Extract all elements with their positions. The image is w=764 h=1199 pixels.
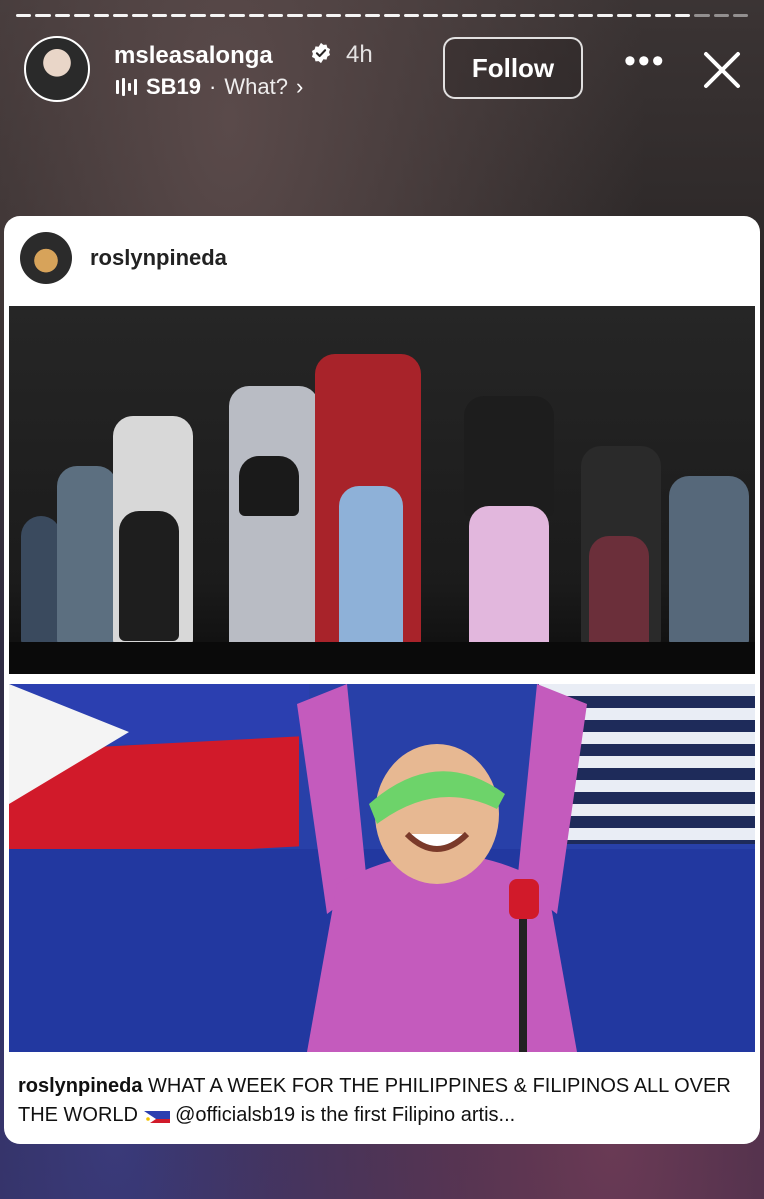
- story-progress-segment: [151, 14, 167, 17]
- story-progress-segment: [636, 14, 652, 17]
- story-progress-segment: [442, 14, 458, 17]
- story-progress-segment: [54, 14, 71, 17]
- story-progress-segment: [732, 14, 749, 17]
- post-photo-concert: [9, 306, 755, 674]
- story-progress-segment: [35, 14, 51, 17]
- story-progress-segment: [422, 14, 439, 17]
- story-progress-segment: [171, 14, 187, 17]
- story-progress-segment: [229, 14, 245, 17]
- story-progress-segment: [655, 14, 671, 17]
- music-title: What?: [224, 74, 288, 99]
- chevron-right-icon: ›: [295, 74, 304, 99]
- story-progress-segment: [306, 14, 322, 17]
- story-header: msleasalonga 4h SB19 · What? › Follow ••…: [24, 36, 748, 104]
- story-progress-segment: [674, 14, 691, 17]
- music-sticker[interactable]: SB19 · What? ›: [116, 74, 303, 100]
- story-progress-segment: [248, 14, 264, 17]
- story-progress-segment: [461, 14, 477, 17]
- story-progress-segment: [577, 14, 594, 17]
- story-progress-segment: [558, 14, 574, 17]
- story-progress-segment: [384, 14, 400, 17]
- story-progress-segment: [694, 14, 710, 17]
- story-progress-segment: [616, 14, 632, 17]
- story-progress-segment: [287, 14, 303, 17]
- post-author-avatar[interactable]: [20, 232, 72, 284]
- post-author-username[interactable]: roslynpineda: [90, 245, 227, 271]
- caption-rest: @officialsb19 is the first Filipino arti…: [175, 1104, 516, 1126]
- story-progress-segment: [267, 14, 284, 17]
- verified-badge-icon: [311, 42, 331, 64]
- music-separator: ·: [209, 74, 217, 99]
- story-progress-segment: [74, 14, 90, 17]
- story-progress-segment: [481, 14, 497, 17]
- story-progress-segment: [345, 14, 361, 17]
- story-progress-segment: [403, 14, 419, 17]
- follow-button[interactable]: Follow: [443, 37, 583, 99]
- music-artist: SB19: [146, 74, 202, 99]
- story-progress-segment: [209, 14, 226, 17]
- story-progress-segment: [364, 14, 381, 17]
- post-caption: roslynpineda WHAT A WEEK FOR THE PHILIPP…: [18, 1072, 748, 1130]
- post-photo-tennis: [9, 684, 755, 1052]
- music-bars-icon: [116, 78, 138, 96]
- story-progress-bar: [16, 14, 749, 18]
- caption-username[interactable]: roslynpineda: [18, 1075, 142, 1097]
- story-progress-segment: [500, 14, 516, 17]
- story-avatar[interactable]: [24, 36, 90, 102]
- story-progress-segment: [16, 14, 32, 17]
- story-progress-segment: [93, 14, 109, 17]
- shared-post-card[interactable]: roslynpineda roslynpineda WHAT A WEEK FO…: [4, 216, 760, 1144]
- story-progress-segment: [713, 14, 729, 17]
- story-progress-segment: [539, 14, 555, 17]
- story-progress-segment: [326, 14, 342, 17]
- story-progress-segment: [597, 14, 613, 17]
- story-progress-segment: [132, 14, 148, 17]
- more-icon[interactable]: •••: [624, 44, 664, 84]
- philippines-flag-emoji: [143, 1107, 170, 1123]
- story-time: 4h: [346, 41, 373, 68]
- story-progress-segment: [519, 14, 536, 17]
- story-progress-segment: [190, 14, 206, 17]
- story-username[interactable]: msleasalonga: [114, 42, 273, 70]
- story-progress-segment: [112, 14, 129, 17]
- close-icon[interactable]: [700, 48, 744, 92]
